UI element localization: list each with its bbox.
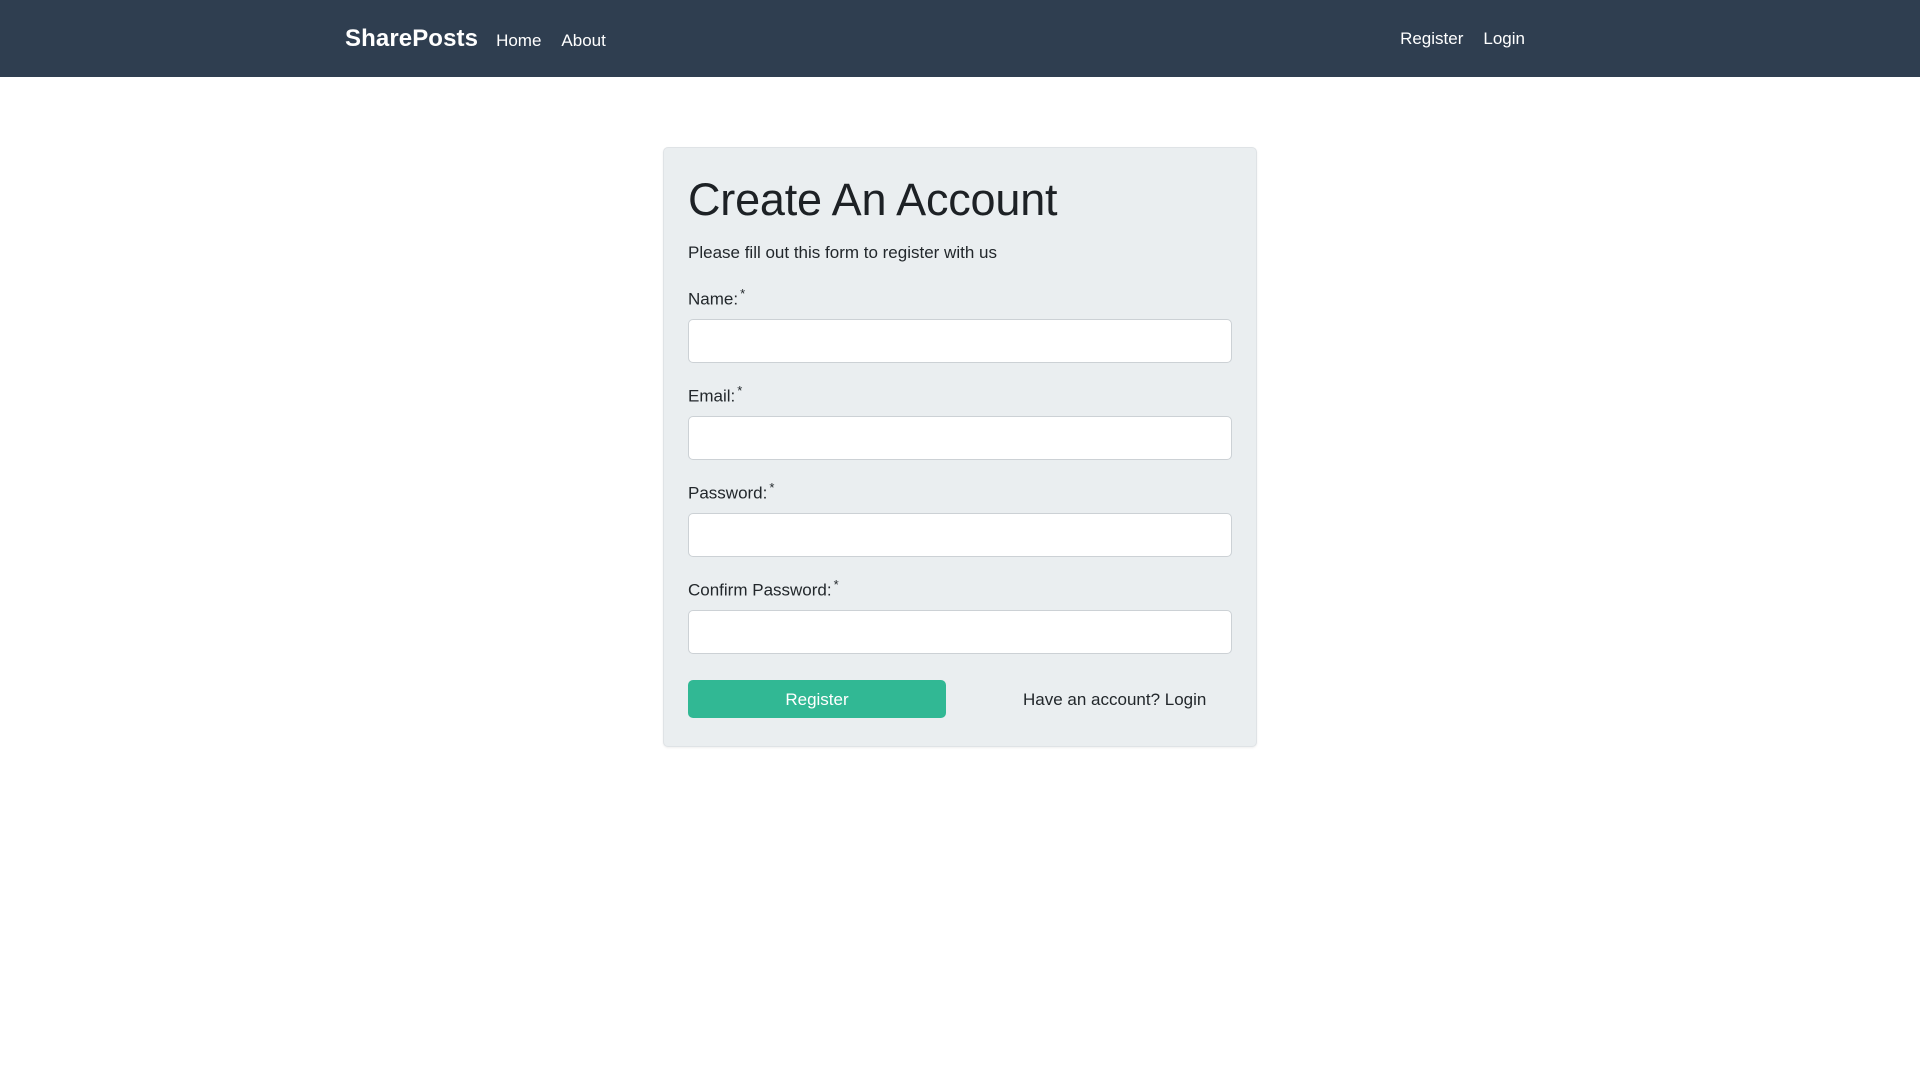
- login-link[interactable]: Have an account? Login: [1023, 691, 1206, 708]
- nav-link-login[interactable]: Login: [1483, 30, 1525, 47]
- required-asterisk-confirm-password: *: [833, 576, 839, 592]
- navbar-left-group: SharePosts Home About: [345, 26, 606, 51]
- email-label-text: Email:: [688, 386, 736, 406]
- form-group-password: Password: *: [688, 480, 1232, 557]
- form-group-name: Name: *: [688, 286, 1232, 363]
- form-group-email: Email: *: [688, 383, 1232, 460]
- required-asterisk-password: *: [769, 479, 775, 495]
- nav-link-about[interactable]: About: [561, 32, 605, 49]
- page-subtitle: Please fill out this form to register wi…: [688, 242, 997, 262]
- confirm-password-label: Confirm Password: *: [688, 577, 1232, 601]
- page-content: Create An Account Please fill out this f…: [0, 77, 1920, 748]
- register-form: Name: * Email: * Password: * Confirm Passwo…: [688, 286, 1232, 719]
- navbar-primary-links: Home About: [496, 32, 606, 49]
- brand-logo[interactable]: SharePosts: [345, 26, 478, 51]
- nav-link-register[interactable]: Register: [1400, 30, 1463, 47]
- name-label-text: Name:: [688, 289, 739, 309]
- top-navbar: SharePosts Home About Register Login: [0, 0, 1920, 77]
- email-label: Email: *: [688, 383, 1232, 407]
- confirm-password-input[interactable]: [688, 610, 1232, 655]
- nav-link-home[interactable]: Home: [496, 32, 541, 49]
- form-group-confirm-password: Confirm Password: *: [688, 577, 1232, 655]
- password-input[interactable]: [688, 512, 1232, 557]
- form-actions: Register Have an account? Login: [688, 680, 1232, 719]
- register-submit-button[interactable]: Register: [688, 680, 946, 719]
- navbar-right-group: Register Login: [1400, 0, 1920, 77]
- confirm-password-label-text: Confirm Password:: [688, 580, 832, 600]
- email-input[interactable]: [688, 415, 1232, 460]
- name-label: Name: *: [688, 286, 1232, 310]
- password-label-text: Password:: [688, 483, 768, 503]
- required-asterisk-email: *: [737, 382, 743, 398]
- name-input[interactable]: [688, 318, 1232, 363]
- required-asterisk-name: *: [740, 285, 746, 301]
- register-card: Create An Account Please fill out this f…: [663, 147, 1257, 748]
- password-label: Password: *: [688, 480, 1232, 504]
- page-title: Create An Account: [688, 174, 1058, 225]
